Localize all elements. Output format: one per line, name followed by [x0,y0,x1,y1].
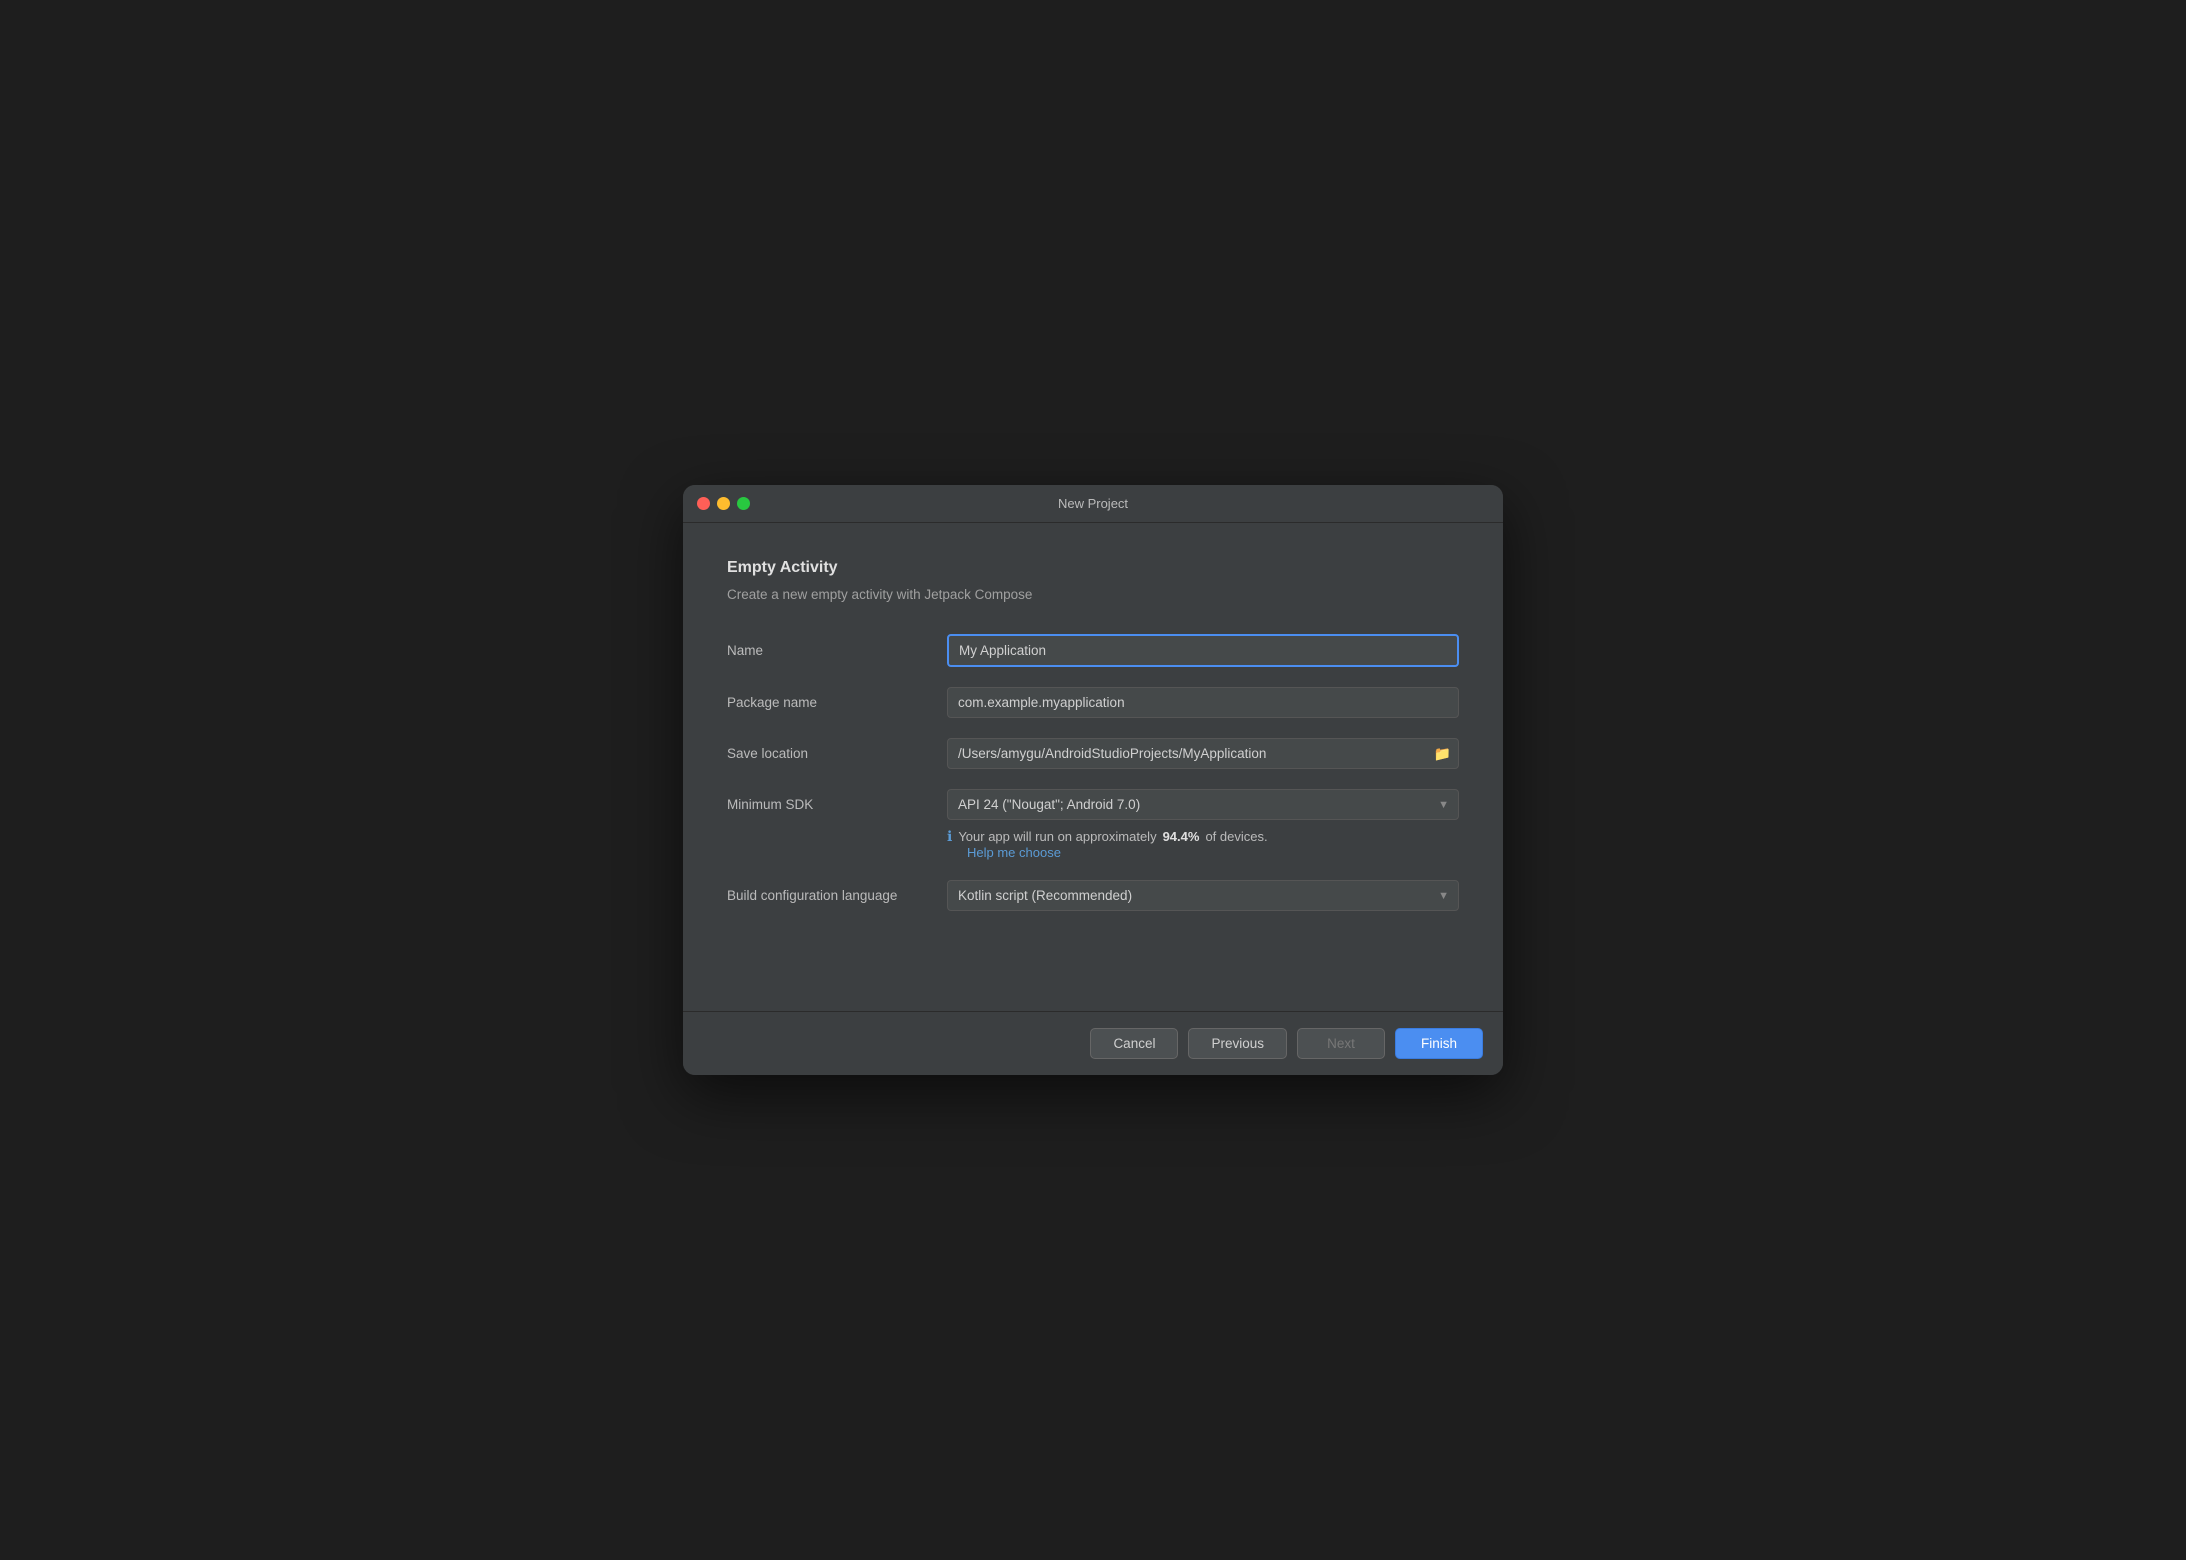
name-input[interactable] [947,634,1459,667]
maximize-button[interactable] [737,497,750,510]
traffic-lights [697,497,750,510]
name-row: Name [727,634,1459,667]
build-config-row: Build configuration language Kotlin scri… [727,880,1459,911]
finish-button[interactable]: Finish [1395,1028,1483,1059]
section-title: Empty Activity [727,559,1459,577]
save-location-input[interactable] [947,738,1459,769]
name-label: Name [727,643,947,658]
build-config-wrapper: Kotlin script (Recommended) Groovy DSL ▼ [947,880,1459,911]
section-subtitle: Create a new empty activity with Jetpack… [727,587,1459,602]
footer: Cancel Previous Next Finish [683,1011,1503,1075]
help-me-choose-link[interactable]: Help me choose [967,845,1459,860]
minimum-sdk-label: Minimum SDK [727,797,947,812]
next-button[interactable]: Next [1297,1028,1385,1059]
sdk-percentage: 94.4% [1163,829,1200,844]
package-label: Package name [727,695,947,710]
sdk-info-prefix: Your app will run on approximately [958,829,1156,844]
minimum-sdk-row: Minimum SDK API 21 ("Lollipop"; Android … [727,789,1459,820]
form-content: Empty Activity Create a new empty activi… [683,523,1503,931]
package-input[interactable] [947,687,1459,718]
build-config-label: Build configuration language [727,888,947,903]
minimum-sdk-select[interactable]: API 21 ("Lollipop"; Android 5.0) API 22 … [947,789,1459,820]
close-button[interactable] [697,497,710,510]
new-project-window: New Project Empty Activity Create a new … [683,485,1503,1075]
package-row: Package name [727,687,1459,718]
build-config-select[interactable]: Kotlin script (Recommended) Groovy DSL [947,880,1459,911]
save-location-wrapper: 📁 [947,738,1459,769]
minimum-sdk-wrapper: API 21 ("Lollipop"; Android 5.0) API 22 … [947,789,1459,820]
cancel-button[interactable]: Cancel [1090,1028,1178,1059]
save-location-label: Save location [727,746,947,761]
folder-icon[interactable]: 📁 [1434,745,1451,762]
previous-button[interactable]: Previous [1188,1028,1287,1059]
info-icon: ℹ [947,828,952,845]
save-location-row: Save location 📁 [727,738,1459,769]
minimize-button[interactable] [717,497,730,510]
sdk-info-suffix: of devices. [1205,829,1267,844]
window-title: New Project [1058,496,1128,511]
titlebar: New Project [683,485,1503,523]
sdk-info-text: ℹ Your app will run on approximately 94.… [947,828,1459,845]
sdk-info-row: ℹ Your app will run on approximately 94.… [947,828,1459,860]
